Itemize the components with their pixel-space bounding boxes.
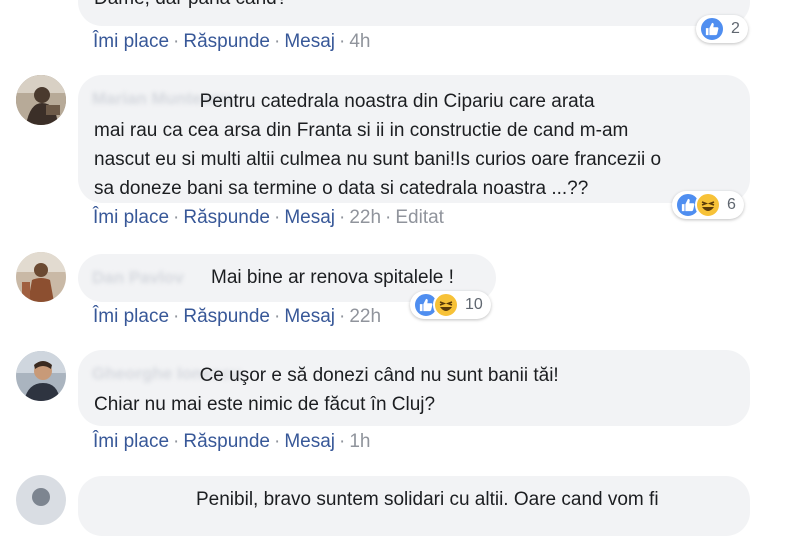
- like-link[interactable]: Îmi place: [93, 31, 169, 52]
- reply-link[interactable]: Răspunde: [183, 31, 270, 52]
- timestamp[interactable]: 22h: [349, 306, 381, 327]
- comment-actions: Îmi place · Răspunde · Mesaj · 22h: [93, 306, 382, 327]
- comment-text: Mai bine ar renova spitalele !: [211, 267, 454, 288]
- reaction-count: 2: [731, 20, 740, 37]
- edited-label: Editat: [395, 207, 444, 228]
- avatar[interactable]: [16, 75, 66, 125]
- comment-bubble: Penibil, bravo suntem solidari cu altii.…: [78, 476, 750, 536]
- haha-reaction-icon: [433, 292, 459, 318]
- message-link[interactable]: Mesaj: [284, 31, 335, 52]
- timestamp[interactable]: 22h: [349, 207, 381, 228]
- avatar[interactable]: [16, 252, 66, 302]
- comment-actions: Îmi place · Răspunde · Mesaj · 4h: [93, 31, 371, 52]
- reply-link[interactable]: Răspunde: [183, 306, 270, 327]
- comment-text: Pentru catedrala noastra din Cipariu car…: [94, 91, 662, 199]
- comment-bubble: Dame, dar pana cand?: [78, 0, 750, 26]
- haha-reaction-icon: [695, 192, 721, 218]
- like-reaction-icon: [699, 16, 725, 42]
- reaction-summary[interactable]: 6: [672, 191, 744, 219]
- reaction-count: 10: [465, 296, 483, 313]
- comment-bubble: Gheorghe Ionescu Ce uşor e să donezi cân…: [78, 350, 750, 426]
- author-name[interactable]: Dan Pavlov: [92, 268, 184, 288]
- timestamp[interactable]: 4h: [349, 31, 370, 52]
- comment-text: Dame, dar pana cand?: [94, 0, 287, 13]
- message-link[interactable]: Mesaj: [284, 306, 335, 327]
- comment-actions: Îmi place · Răspunde · Mesaj · 1h: [93, 431, 371, 452]
- timestamp[interactable]: 1h: [349, 431, 370, 452]
- comment-text: Ce uşor e să donezi când nu sunt banii t…: [94, 365, 559, 415]
- avatar[interactable]: [16, 475, 66, 525]
- comment-text: Penibil, bravo suntem solidari cu altii.…: [196, 489, 659, 510]
- message-link[interactable]: Mesaj: [284, 207, 335, 228]
- reaction-summary[interactable]: 10: [410, 291, 491, 319]
- comment-actions: Îmi place · Răspunde · Mesaj · 22h · Editat: [93, 207, 444, 228]
- avatar[interactable]: [16, 351, 66, 401]
- reply-link[interactable]: Răspunde: [183, 207, 270, 228]
- reply-link[interactable]: Răspunde: [183, 431, 270, 452]
- like-link[interactable]: Îmi place: [93, 207, 169, 228]
- like-link[interactable]: Îmi place: [93, 431, 169, 452]
- reaction-count: 6: [727, 196, 736, 213]
- comment-bubble: Marian Munteanu Pentru catedrala noastra…: [78, 75, 750, 203]
- like-link[interactable]: Îmi place: [93, 306, 169, 327]
- reaction-summary[interactable]: 2: [696, 15, 748, 43]
- message-link[interactable]: Mesaj: [284, 431, 335, 452]
